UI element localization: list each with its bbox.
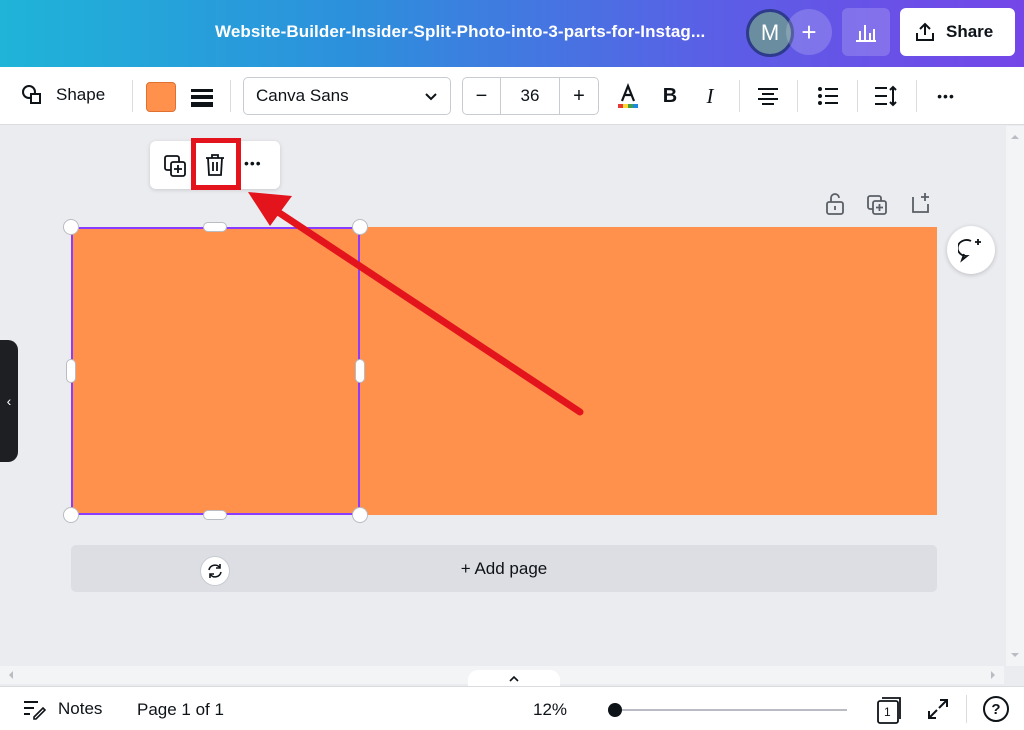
expand-icon bbox=[928, 699, 948, 719]
annotation-arrow bbox=[248, 192, 584, 416]
zoom-level[interactable]: 12% bbox=[533, 700, 567, 720]
add-comment-button[interactable] bbox=[947, 226, 995, 274]
rotate-handle[interactable] bbox=[200, 556, 230, 586]
page-count[interactable]: Page 1 of 1 bbox=[137, 700, 224, 720]
grid-view-button[interactable]: 1 bbox=[873, 695, 903, 725]
zoom-slider-thumb[interactable] bbox=[608, 703, 622, 717]
notes-icon bbox=[24, 701, 46, 720]
fullscreen-button[interactable] bbox=[926, 697, 950, 726]
zoom-slider-track[interactable] bbox=[615, 709, 847, 711]
notes-label: Notes bbox=[58, 699, 103, 718]
page-grid-count: 1 bbox=[884, 705, 891, 719]
help-button[interactable]: ? bbox=[983, 696, 1009, 722]
bottom-bar: Notes Page 1 of 1 12% 1 ? bbox=[0, 686, 1024, 730]
divider bbox=[966, 695, 967, 723]
comment-icon bbox=[958, 239, 981, 263]
notes-button[interactable]: Notes bbox=[22, 698, 102, 720]
rotate-icon bbox=[208, 564, 222, 578]
chevron-up-icon bbox=[509, 675, 519, 682]
